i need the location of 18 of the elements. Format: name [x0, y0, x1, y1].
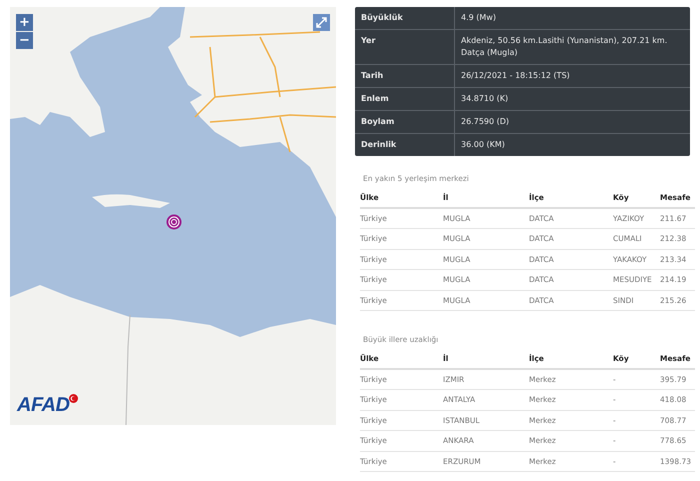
zoom-out-button[interactable]: −	[16, 32, 33, 49]
zoom-in-button[interactable]: +	[16, 14, 33, 31]
detail-label: Yer	[355, 30, 455, 64]
epicenter-icon	[166, 214, 182, 230]
detail-value: 26.7590 (D)	[460, 116, 510, 128]
detail-label: Enlem	[355, 88, 455, 110]
detail-value: Akdeniz, 50.56 km.Lasithi (Yunanistan), 207.21 km. Datça (Mugla)	[460, 35, 668, 59]
fullscreen-icon[interactable]	[313, 14, 330, 31]
detail-label: Derinlik	[355, 134, 455, 156]
detail-value: 36.00 (KM)	[460, 139, 506, 151]
detail-value: 4.9 (Mw)	[460, 12, 497, 24]
flag-icon	[69, 394, 78, 403]
logo-text: AFAD	[17, 394, 70, 417]
detail-value: 34.8710 (K)	[460, 93, 510, 105]
detail-label: Büyüklük	[355, 7, 455, 29]
detail-label: Tarih	[355, 65, 455, 87]
detail-label: Boylam	[355, 111, 455, 133]
detail-value: 26/12/2021 - 18:15:12 (TS)	[460, 70, 571, 82]
